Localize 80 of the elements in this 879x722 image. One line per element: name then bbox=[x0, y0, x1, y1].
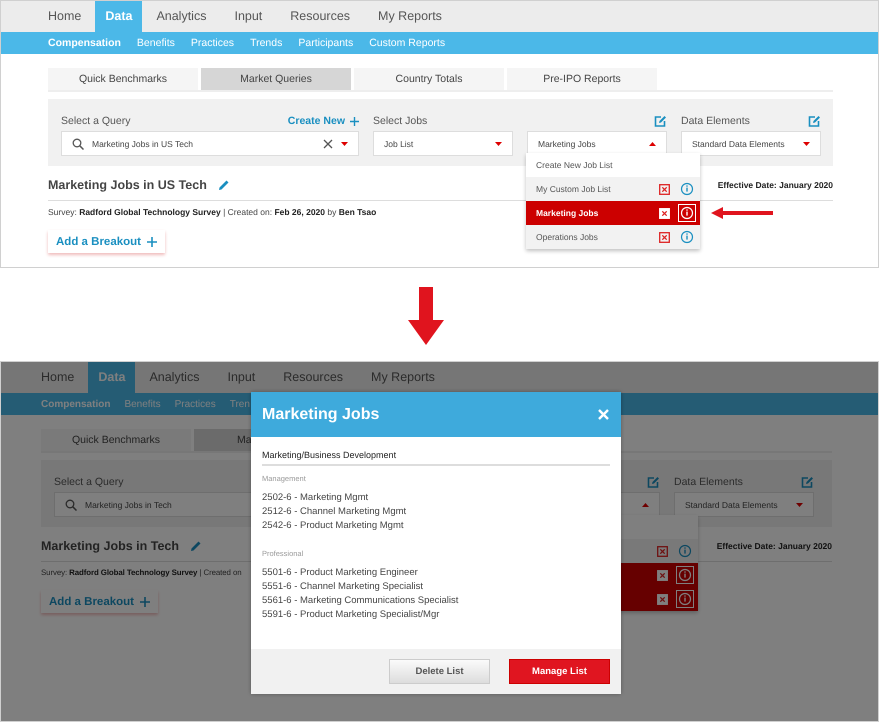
tab[interactable]: Quick Benchmarks bbox=[41, 429, 191, 451]
plus-icon bbox=[140, 596, 150, 606]
delete-icon[interactable] bbox=[659, 184, 670, 194]
select-field[interactable]: Job List bbox=[373, 131, 513, 156]
pencil-icon[interactable] bbox=[218, 179, 230, 191]
left-arrow bbox=[711, 207, 773, 219]
add-breakout-button[interactable]: Add a Breakout bbox=[41, 590, 158, 613]
nav-tab[interactable]: Resources bbox=[276, 1, 364, 32]
down-arrow bbox=[408, 287, 444, 345]
edit-icon[interactable] bbox=[808, 115, 821, 127]
job-item: 5561-6 - Marketing Communications Specialist bbox=[262, 594, 460, 608]
menu-item-label: My Custom Job List bbox=[536, 184, 611, 194]
nav-tab[interactable]: Home bbox=[27, 362, 88, 393]
nav-tab[interactable]: Analytics bbox=[142, 1, 220, 32]
subnav-link[interactable]: Custom Reports bbox=[369, 37, 446, 49]
survey-info: Survey: Radford Global Technology Survey | Created on: Feb 26, 2020 by Ben Tsao bbox=[48, 207, 376, 217]
select-field[interactable]: Standard Data Elements bbox=[681, 131, 821, 156]
effective-date: Effective Date: January 2020 bbox=[718, 180, 833, 190]
menu-item-label: Operations Jobs bbox=[536, 232, 598, 242]
field-label: Data Elements bbox=[674, 476, 743, 488]
field-label: Select Jobs bbox=[373, 115, 428, 127]
nav-tab[interactable]: Home bbox=[34, 1, 96, 32]
page-title: Marketing Jobs in US Tech bbox=[48, 178, 207, 192]
select-field[interactable]: Standard Data Elements bbox=[674, 492, 814, 517]
job-item: 5501-6 - Product Marketing Engineer bbox=[262, 566, 419, 580]
plus-icon bbox=[350, 116, 359, 126]
job-item: 5551-6 - Channel Marketing Specialist bbox=[262, 580, 424, 594]
edit-icon[interactable] bbox=[654, 115, 667, 127]
nav-tab[interactable]: Input bbox=[220, 1, 276, 32]
pencil-icon[interactable] bbox=[190, 540, 202, 552]
edit-icon[interactable] bbox=[801, 476, 814, 488]
job-item: 2542-6 - Product Marketing Mgmt bbox=[262, 519, 405, 533]
manage-list-button[interactable]: Manage List bbox=[509, 659, 610, 684]
info-icon[interactable] bbox=[678, 204, 696, 222]
modal-title: Marketing Jobs bbox=[262, 406, 380, 424]
subnav-link[interactable]: Participants bbox=[298, 37, 354, 49]
nav-tab[interactable]: Data bbox=[95, 1, 142, 32]
menu-item[interactable]: Create New Job List bbox=[526, 153, 700, 177]
nav-tab[interactable]: My Reports bbox=[364, 1, 456, 32]
tab[interactable]: Pre-IPO Reports bbox=[507, 68, 657, 90]
delete-list-button[interactable]: Delete List bbox=[389, 659, 490, 684]
section-heading: Marketing/Business Development bbox=[262, 447, 610, 466]
effective-date: Effective Date: January 2020 bbox=[716, 541, 832, 551]
close-icon[interactable] bbox=[598, 409, 609, 420]
caret-icon bbox=[803, 142, 810, 146]
subnav-link[interactable]: Benefits bbox=[136, 37, 175, 49]
caret-icon bbox=[796, 502, 803, 506]
tab[interactable]: Market Queries bbox=[201, 68, 351, 90]
field-label: Select a Query bbox=[54, 476, 124, 488]
search-field[interactable]: Marketing Jobs in US Tech bbox=[61, 131, 359, 156]
info-icon[interactable] bbox=[678, 180, 696, 198]
page-title: Marketing Jobs in Tech bbox=[41, 539, 179, 553]
search-icon bbox=[65, 498, 77, 510]
create-new-link[interactable]: Create New bbox=[288, 115, 359, 127]
clear-icon[interactable] bbox=[323, 138, 333, 148]
subnav-link[interactable]: Compensation bbox=[48, 37, 121, 49]
subnav-link[interactable]: Practices bbox=[190, 37, 234, 49]
plus-icon bbox=[147, 236, 157, 246]
field-label: Select a Query bbox=[61, 115, 130, 127]
caret-icon bbox=[495, 142, 502, 146]
add-breakout-button[interactable]: Add a Breakout bbox=[48, 230, 165, 253]
tab[interactable]: Quick Benchmarks bbox=[48, 68, 198, 90]
search-icon bbox=[72, 138, 84, 150]
info-icon[interactable] bbox=[678, 228, 696, 246]
info-icon[interactable] bbox=[676, 542, 694, 560]
menu-item-label: Marketing Jobs bbox=[536, 208, 598, 218]
delete-icon[interactable] bbox=[657, 546, 668, 556]
tab[interactable]: Country Totals bbox=[354, 68, 504, 90]
subnav-link[interactable]: Trends bbox=[250, 37, 282, 49]
nav-tab[interactable]: Analytics bbox=[135, 362, 214, 393]
caret-icon bbox=[341, 142, 348, 146]
field-label: Data Elements bbox=[681, 115, 750, 127]
info-icon[interactable] bbox=[676, 566, 694, 584]
edit-icon[interactable] bbox=[647, 476, 660, 488]
info-icon[interactable] bbox=[676, 590, 694, 608]
menu-item[interactable]: My Custom Job List bbox=[526, 177, 700, 201]
delete-icon[interactable] bbox=[659, 232, 670, 242]
menu-item[interactable]: Marketing Jobs bbox=[526, 201, 700, 225]
job-item: 5591-6 - Product Marketing Specialist/Mgr bbox=[262, 608, 440, 622]
menu-item[interactable]: Operations Jobs bbox=[526, 225, 700, 249]
